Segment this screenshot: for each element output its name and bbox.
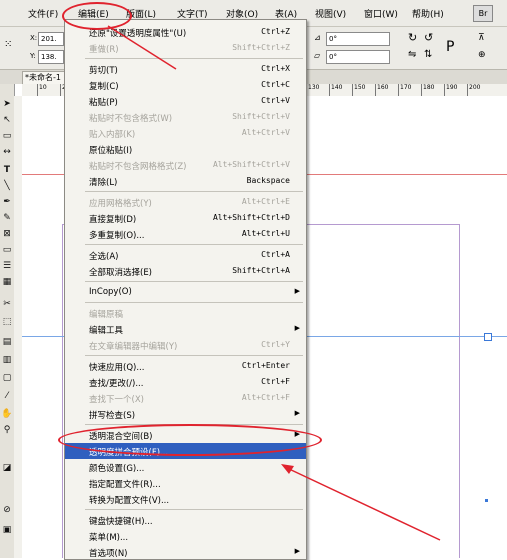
annotation-arrows <box>107 25 441 541</box>
